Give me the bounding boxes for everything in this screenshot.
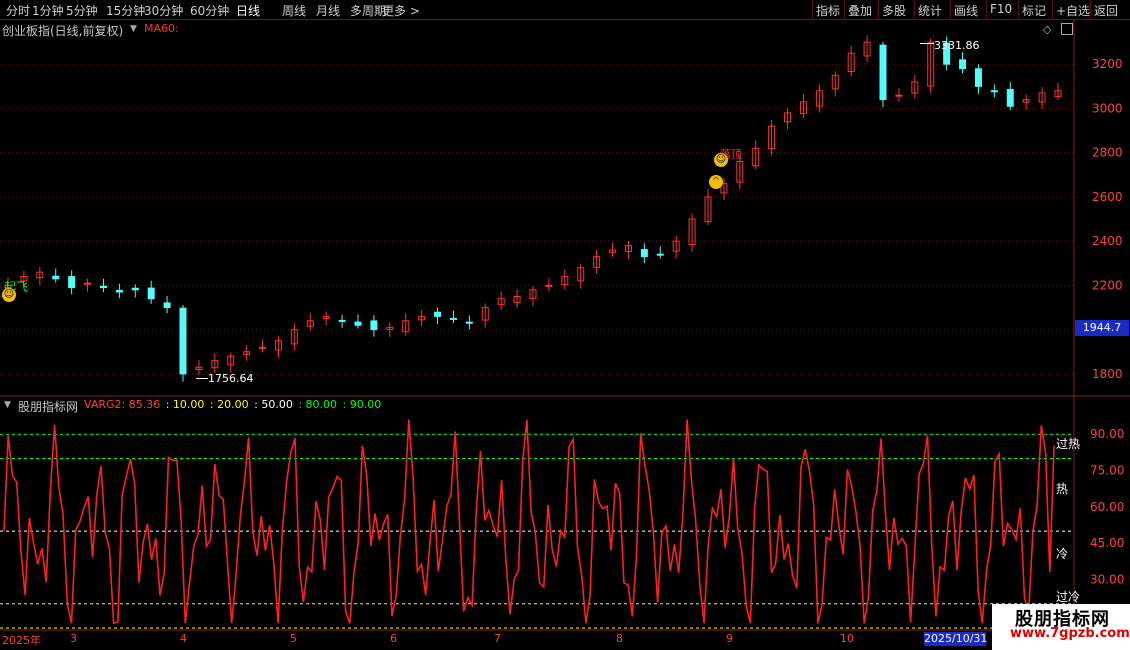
price-axis-tick: 3200 bbox=[1092, 57, 1123, 71]
x-axis-label: 6 bbox=[390, 632, 397, 645]
candle-body bbox=[115, 289, 123, 293]
candle-body bbox=[52, 275, 60, 280]
osc-axis-tick: 30.00 bbox=[1090, 573, 1124, 587]
x-axis-label: 5 bbox=[290, 632, 297, 645]
candle-body bbox=[259, 346, 267, 349]
x-axis-label: 3 bbox=[70, 632, 77, 645]
x-axis-label: 7 bbox=[494, 632, 501, 645]
varg2-value: VARG2: 85.36 bbox=[84, 398, 161, 411]
candle-body bbox=[640, 249, 648, 258]
x-axis-label: 4 bbox=[180, 632, 187, 645]
x-axis-label: 8 bbox=[616, 632, 623, 645]
high-annotation: 3331.86 bbox=[934, 39, 980, 52]
price-axis-tick: 2600 bbox=[1092, 190, 1123, 204]
candle-body bbox=[370, 320, 378, 331]
level-90: : 90.00 bbox=[342, 398, 382, 411]
low-annotation-line bbox=[196, 378, 208, 379]
level-80: : 80.00 bbox=[298, 398, 338, 411]
osc-axis-tick: 45.00 bbox=[1090, 536, 1124, 550]
candle-body bbox=[656, 253, 664, 256]
level-10: : 10.00 bbox=[165, 398, 205, 411]
candle-body bbox=[990, 90, 998, 93]
x-axis-label: 9 bbox=[726, 632, 733, 645]
candle-body bbox=[449, 317, 457, 320]
level-50: : 50.00 bbox=[254, 398, 293, 411]
low-annotation: 1756.64 bbox=[208, 372, 254, 385]
price-axis-tick: 2200 bbox=[1092, 278, 1123, 292]
candle-body bbox=[354, 321, 362, 326]
candle-body bbox=[68, 276, 76, 289]
smiley-icon: ☺ bbox=[714, 153, 728, 167]
varg2-line bbox=[3, 419, 1055, 625]
indicator-values: VARG2: 85.36 : 10.00 : 20.00 : 50.00 : 8… bbox=[84, 398, 383, 411]
indicator-collapse-icon[interactable]: ▼ bbox=[4, 400, 11, 410]
current-price-box: 1944.7 bbox=[1075, 320, 1129, 336]
price-axis-tick: 1800 bbox=[1092, 367, 1123, 381]
candle-body bbox=[545, 284, 553, 287]
candle-body bbox=[147, 287, 155, 300]
candle-body bbox=[163, 302, 171, 309]
osc-axis-tick: 75.00 bbox=[1090, 464, 1124, 478]
indicator-title: 股朋指标网 bbox=[18, 400, 79, 414]
side-label-overheat: 过热 bbox=[1056, 437, 1081, 451]
osc-axis-tick: 60.00 bbox=[1090, 500, 1124, 514]
side-label-cold: 冷 bbox=[1056, 547, 1069, 561]
up-arrow-icon: ^ bbox=[709, 175, 723, 189]
price-axis-tick: 3000 bbox=[1092, 101, 1123, 115]
candle-body bbox=[84, 282, 92, 285]
candle-body bbox=[434, 311, 442, 317]
price-axis-tick: 2400 bbox=[1092, 234, 1123, 248]
osc-axis-tick: 90.00 bbox=[1090, 427, 1124, 441]
candle-body bbox=[959, 59, 967, 70]
candle-body bbox=[895, 94, 903, 97]
oscillator-panel bbox=[0, 419, 1074, 629]
candle-body bbox=[465, 321, 473, 324]
high-annotation-line bbox=[920, 43, 934, 44]
side-label-overcold: 过冷 bbox=[1056, 590, 1081, 604]
smiley-icon: ☺ bbox=[2, 288, 16, 302]
chart-canvas[interactable]: 3200300028002600240022002000180090.0075.… bbox=[0, 0, 1130, 650]
candle-body bbox=[99, 285, 107, 289]
candle-body bbox=[1006, 89, 1014, 107]
candle-body bbox=[131, 287, 139, 291]
candle-body bbox=[338, 319, 346, 322]
side-label-hot: 热 bbox=[1056, 482, 1069, 496]
watermark-url: www.7gpzb.com bbox=[1010, 626, 1130, 641]
candle-body bbox=[879, 44, 887, 101]
x-axis-label: 10 bbox=[840, 632, 854, 645]
candle-body bbox=[179, 307, 187, 375]
candle-body bbox=[974, 68, 982, 87]
current-date-box: 2025/10/31 bbox=[924, 632, 988, 646]
x-axis-label: 2025年 bbox=[2, 634, 41, 647]
level-20: : 20.00 bbox=[209, 398, 249, 411]
price-axis-tick: 2800 bbox=[1092, 146, 1123, 160]
